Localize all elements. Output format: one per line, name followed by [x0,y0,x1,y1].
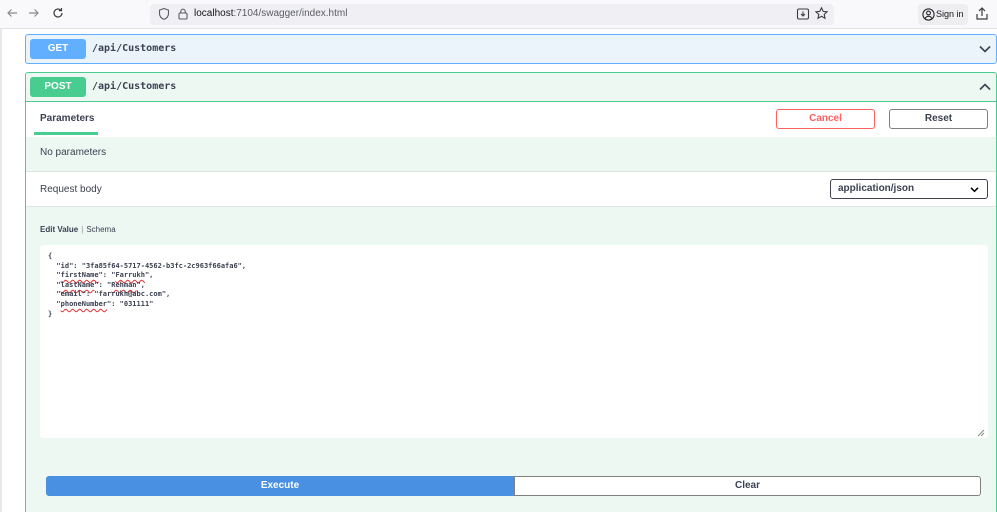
request-body-editor[interactable]: { "id": "3fa85f64-5717-4562-b3fc-2c963f6… [40,245,988,438]
address-bar[interactable]: localhost:7104/swagger/index.html [150,4,834,25]
operation-path: /api/Customers [92,43,177,54]
parameters-header: Parameters Cancel Reset [26,102,996,137]
json-value-email: farrukh@abc.com [98,290,162,299]
tab-active-indicator [34,132,98,135]
cancel-button[interactable]: Cancel [776,109,875,129]
clear-button[interactable]: Clear [514,476,981,496]
forward-arrow-icon [29,9,39,17]
sign-in-button[interactable]: Sign in [918,4,968,25]
operation-get-customers[interactable]: GET /api/Customers [25,34,997,64]
shield-icon[interactable] [157,7,171,21]
json-key: phoneNumber [60,299,108,308]
back-arrow-icon [7,9,17,17]
caret-down-icon [970,187,979,193]
operation-summary[interactable]: POST /api/Customers [26,73,996,102]
share-icon[interactable] [974,6,990,22]
url-text[interactable]: localhost:7104/swagger/index.html [194,8,347,19]
user-icon [922,8,935,21]
left-gutter [0,29,2,512]
method-badge-post: POST [30,77,86,97]
content-type-value: application/json [838,183,915,194]
json-key: firstName [60,271,99,280]
chevron-down-icon[interactable] [978,42,992,56]
tab-schema[interactable]: Schema [86,225,115,234]
json-value-lastname: Rehman [111,280,137,289]
forward-button[interactable] [24,5,44,25]
json-key: id [60,261,70,270]
sign-in-label: Sign in [936,9,964,19]
execute-button[interactable]: Execute [46,476,514,496]
content-type-select[interactable]: application/json [830,179,988,199]
reload-icon [53,8,63,18]
request-body-header: Request body application/json [26,171,996,207]
tab-parameters[interactable]: Parameters [40,113,94,124]
operation-path: /api/Customers [92,81,177,92]
reader-view-icon[interactable] [796,7,810,21]
method-badge-get: GET [30,39,86,59]
body-tabs: Edit Value | Schema [40,225,116,234]
lock-icon[interactable] [176,7,190,21]
chevron-up-icon[interactable] [978,80,992,94]
tab-separator: | [81,225,84,234]
reload-button[interactable] [48,5,68,25]
browser-toolbar: localhost:7104/swagger/index.html Sign i… [0,0,997,29]
json-value-firstname: Farrukh [115,271,145,280]
json-key: email [60,290,82,299]
no-parameters-text: No parameters [40,147,107,158]
json-value-id: 3fa85f64-5717-4562-b3fc-2c963f66afa6 [85,261,238,270]
reset-button[interactable]: Reset [889,109,988,129]
request-body-label: Request body [40,184,102,195]
bookmark-star-icon[interactable] [814,6,829,21]
json-key: lastName [60,280,95,289]
resize-grip-icon[interactable] [976,428,985,437]
json-value-phonenumber: 031111 [123,299,150,308]
tab-edit-value[interactable]: Edit Value [40,225,78,234]
operation-post-customers: POST /api/Customers Parameters Cancel Re… [25,72,997,512]
back-button[interactable] [2,5,22,25]
